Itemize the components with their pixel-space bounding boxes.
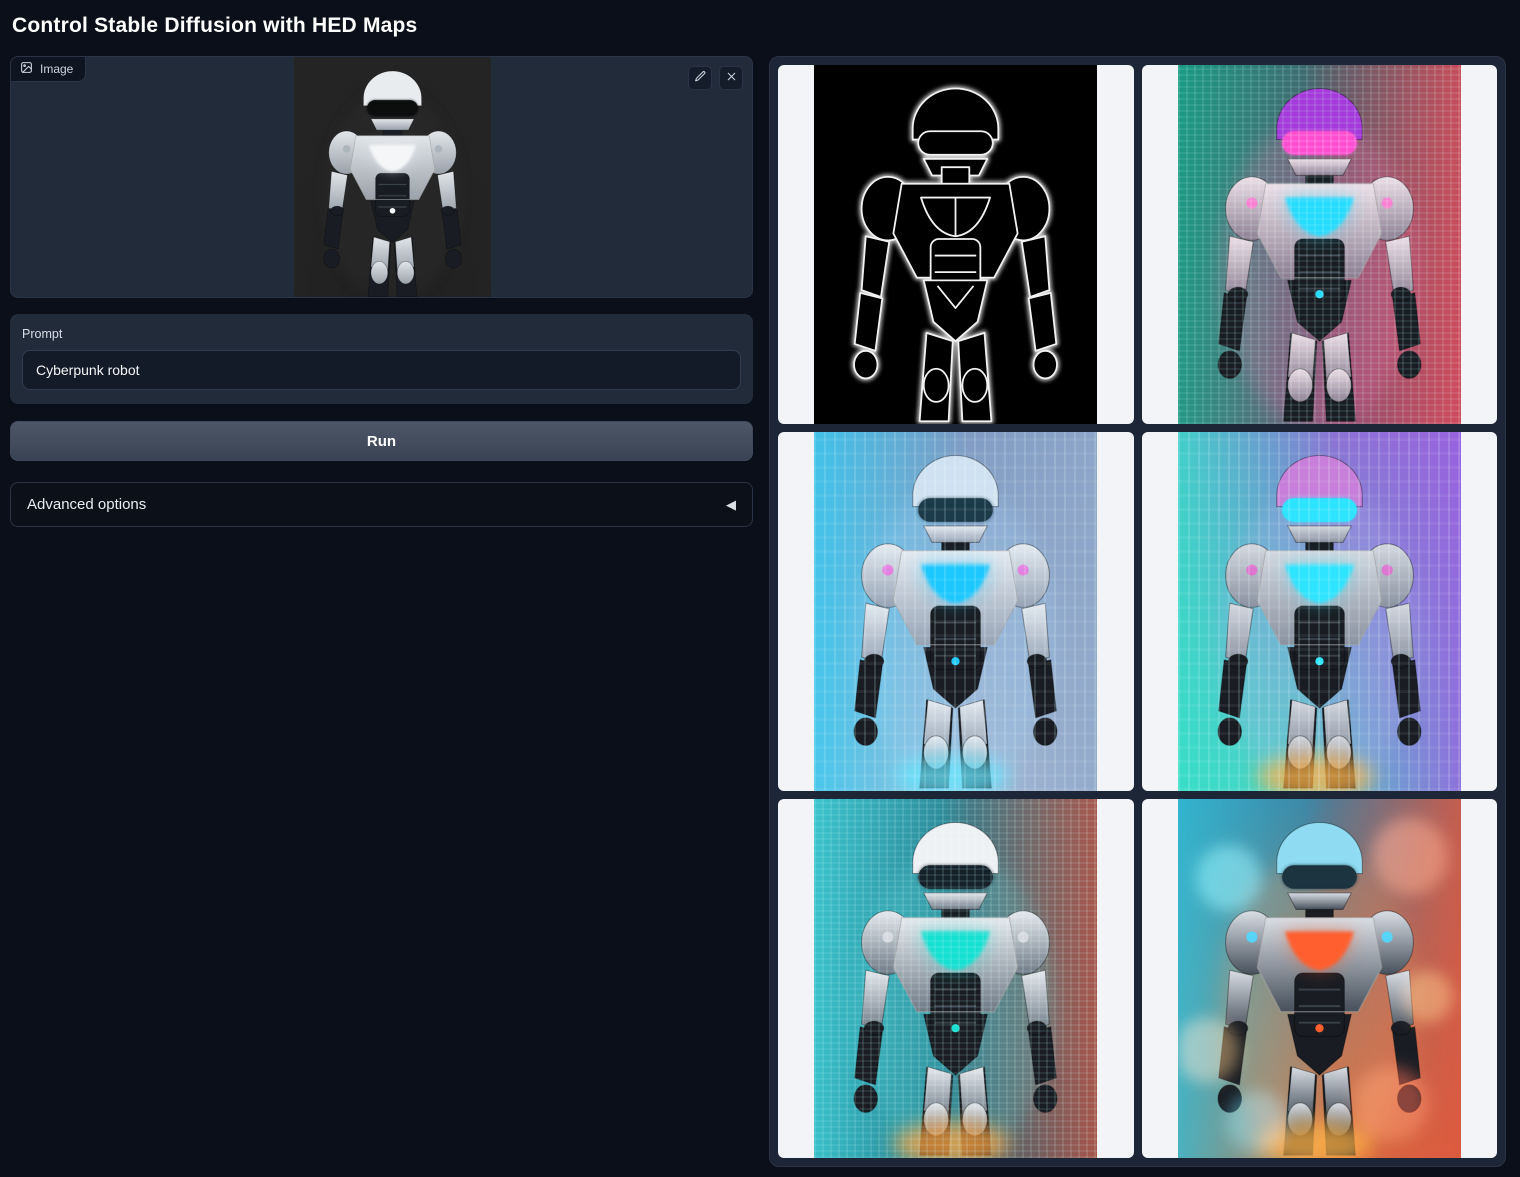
- gallery-image-result-3: [1178, 432, 1461, 791]
- image-label-badge: Image: [11, 57, 86, 82]
- prompt-label: Prompt: [22, 327, 741, 341]
- image-label: Image: [40, 62, 73, 76]
- gallery-item-result-2[interactable]: [778, 432, 1134, 791]
- close-icon: [725, 70, 738, 86]
- gallery-item-result-4[interactable]: [778, 799, 1134, 1158]
- gallery-item-result-5[interactable]: [1142, 799, 1498, 1158]
- advanced-options-label: Advanced options: [27, 496, 146, 513]
- controls-column: Image: [10, 56, 753, 527]
- input-image[interactable]: [294, 57, 491, 297]
- run-button[interactable]: Run: [10, 421, 753, 461]
- clear-image-button[interactable]: [719, 66, 743, 90]
- gallery-item-hed-edge-map[interactable]: [778, 65, 1134, 424]
- gallery-item-result-1[interactable]: [1142, 65, 1498, 424]
- gallery-image-hed-edge-map: [814, 65, 1097, 424]
- pencil-icon: [694, 70, 707, 86]
- advanced-options-accordion[interactable]: Advanced options ◀: [10, 482, 753, 527]
- gallery-item-result-3[interactable]: [1142, 432, 1498, 791]
- main-layout: Image: [10, 56, 1506, 1167]
- gallery-image-result-5: [1178, 799, 1461, 1158]
- image-icon: [20, 61, 33, 77]
- output-gallery: [769, 56, 1506, 1167]
- prompt-block: Prompt: [10, 314, 753, 404]
- gallery-image-result-1: [1178, 65, 1461, 424]
- prompt-input[interactable]: [22, 350, 741, 390]
- app-root: Control Stable Diffusion with HED Maps I…: [0, 0, 1520, 1167]
- image-toolbar: [688, 66, 743, 90]
- gallery-image-result-4: [814, 799, 1097, 1158]
- input-image-block: Image: [10, 56, 753, 298]
- accordion-collapse-icon: ◀: [726, 497, 736, 513]
- gallery-image-result-2: [814, 432, 1097, 791]
- edit-image-button[interactable]: [688, 66, 712, 90]
- page-title: Control Stable Diffusion with HED Maps: [12, 14, 1506, 38]
